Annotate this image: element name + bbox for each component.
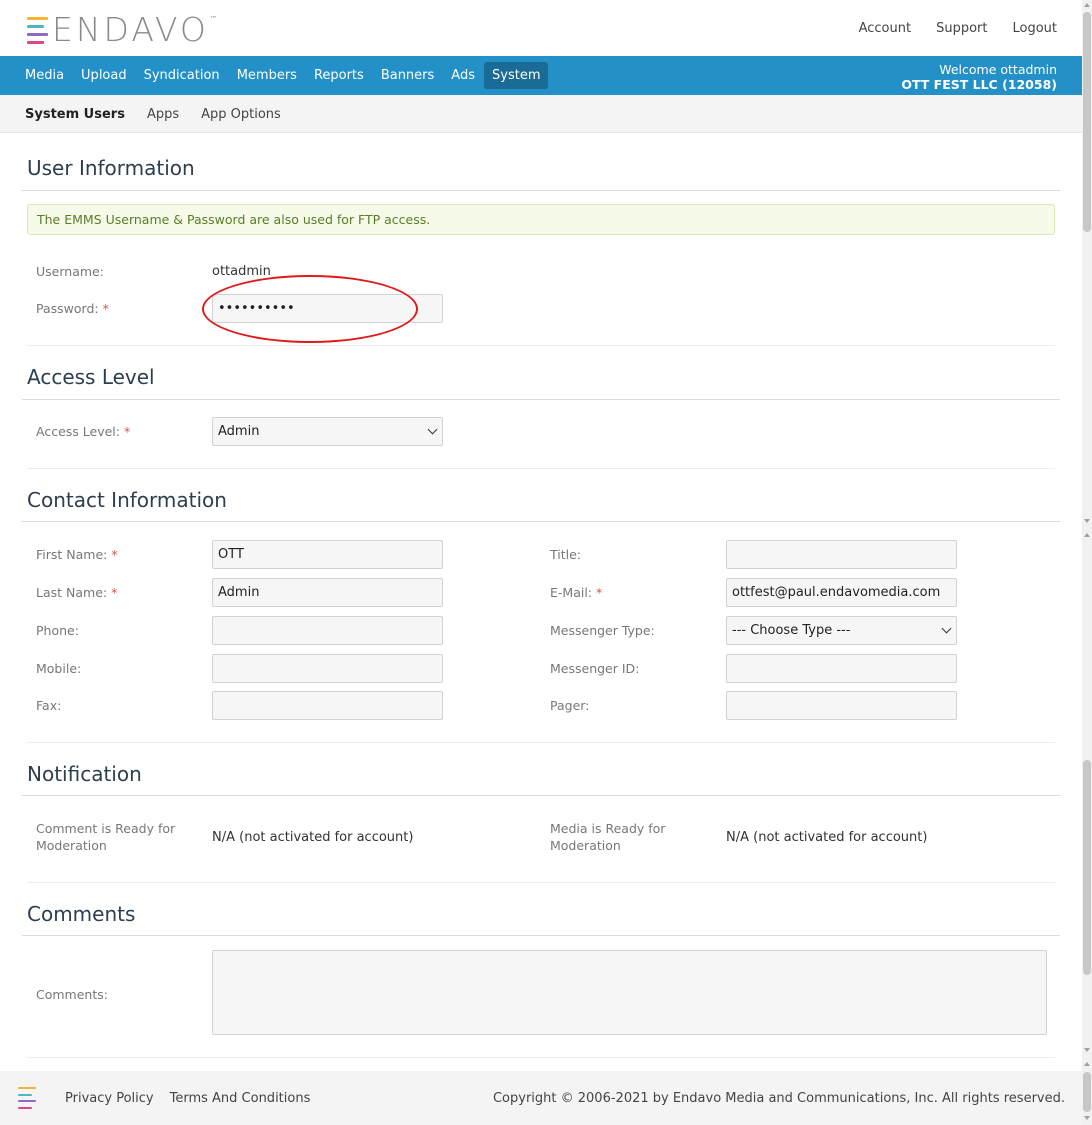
phone-label: Phone: [36, 623, 79, 638]
media-moderation-value: N/A (not activated for account) [726, 830, 928, 845]
pager-label: Pager: [550, 698, 590, 713]
comments-textarea[interactable] [212, 950, 1047, 1035]
nav-members[interactable]: Members [229, 62, 305, 89]
title-label: Title: [550, 547, 581, 562]
scroll-down-arrow-icon[interactable] [1084, 519, 1090, 523]
welcome-box: Welcome ottadmin OTT FEST LLC (12058) [901, 62, 1057, 92]
comments-title: Comments [27, 902, 136, 926]
top-header: ENDAVO ™ Account Support Logout [0, 0, 1082, 56]
support-link[interactable]: Support [936, 21, 987, 36]
divider [22, 935, 1060, 936]
fax-input[interactable] [212, 691, 443, 720]
last-name-input[interactable]: Admin [212, 578, 443, 607]
section-separator [27, 345, 1055, 346]
comments-label: Comments: [36, 987, 108, 1002]
title-input[interactable] [726, 540, 957, 569]
username-value: ottadmin [212, 264, 271, 279]
subnav-app-options[interactable]: App Options [201, 107, 281, 122]
nav-ads[interactable]: Ads [443, 62, 483, 89]
scroll-up-arrow-icon[interactable] [1084, 533, 1090, 537]
company-name: OTT FEST LLC (12058) [901, 77, 1057, 92]
contact-information-title: Contact Information [27, 488, 227, 512]
section-separator [27, 1057, 1055, 1058]
mobile-input[interactable] [212, 654, 443, 683]
username-label: Username: [36, 264, 104, 279]
scroll-up-arrow-icon[interactable] [1084, 3, 1090, 7]
mobile-label: Mobile: [36, 661, 82, 676]
ftp-info-alert: The EMMS Username & Password are also us… [27, 204, 1055, 235]
chevron-down-icon [941, 623, 952, 634]
email-label: E-Mail: * [550, 585, 603, 600]
divider [22, 190, 1060, 191]
access-level-label: Access Level: * [36, 424, 131, 439]
phone-input[interactable] [212, 616, 443, 645]
messenger-id-label: Messenger ID: [550, 661, 640, 676]
scroll-up-arrow-icon[interactable] [1084, 1062, 1090, 1066]
messenger-type-select[interactable]: --- Choose Type --- [726, 616, 957, 645]
user-information-title: User Information [27, 156, 195, 180]
last-name-label: Last Name: * [36, 585, 118, 600]
messenger-type-label: Messenger Type: [550, 623, 655, 638]
fax-label: Fax: [36, 698, 62, 713]
terms-link[interactable]: Terms And Conditions [170, 1091, 311, 1106]
divider [22, 521, 1060, 522]
first-name-label: First Name: * [36, 547, 118, 562]
logo-trademark: ™ [209, 15, 217, 23]
welcome-text: Welcome ottadmin [939, 62, 1057, 77]
pager-input[interactable] [726, 691, 957, 720]
section-separator [27, 468, 1055, 469]
nav-syndication[interactable]: Syndication [136, 62, 228, 89]
media-moderation-label: Media is Ready for Moderation [550, 821, 666, 853]
scrollbar-thumb[interactable] [1083, 760, 1091, 975]
first-name-input[interactable]: OTT [212, 540, 443, 569]
logo-mark-icon [27, 16, 48, 44]
scroll-down-arrow-icon[interactable] [1084, 1048, 1090, 1052]
logo-text: ENDAVO [52, 10, 209, 49]
messenger-id-input[interactable] [726, 654, 957, 683]
section-separator [27, 742, 1055, 743]
access-level-title: Access Level [27, 365, 155, 389]
vertical-scrollbar[interactable] [1082, 0, 1092, 1125]
password-input[interactable]: •••••••••• [212, 294, 443, 323]
nav-upload[interactable]: Upload [73, 62, 135, 89]
nav-banners[interactable]: Banners [373, 62, 442, 89]
scrollbar-thumb[interactable] [1083, 12, 1091, 232]
copyright-text: Copyright © 2006-2021 by Endavo Media an… [492, 1091, 1065, 1106]
messenger-type-selected: --- Choose Type --- [732, 623, 851, 638]
section-separator [27, 882, 1055, 883]
divider [22, 399, 1060, 400]
divider [22, 795, 1060, 796]
subnav-system-users[interactable]: System Users [25, 107, 125, 122]
endavo-logo[interactable]: ENDAVO ™ [27, 10, 217, 49]
sub-nav: System Users Apps App Options [0, 95, 1082, 133]
nav-media[interactable]: Media [17, 62, 72, 89]
scrollbar-thumb[interactable] [1083, 1072, 1091, 1112]
password-label: Password: * [36, 301, 109, 316]
nav-reports[interactable]: Reports [306, 62, 372, 89]
footer-logo-icon [18, 1087, 36, 1109]
privacy-policy-link[interactable]: Privacy Policy [65, 1091, 154, 1106]
access-level-select[interactable]: Admin [212, 417, 443, 446]
nav-system[interactable]: System [484, 62, 549, 89]
top-links: Account Support Logout [859, 21, 1057, 36]
footer: Privacy Policy Terms And Conditions Copy… [0, 1071, 1082, 1125]
comment-moderation-value: N/A (not activated for account) [212, 830, 414, 845]
access-level-selected: Admin [218, 424, 260, 439]
logout-link[interactable]: Logout [1012, 21, 1057, 36]
scroll-down-arrow-icon[interactable] [1084, 1116, 1090, 1120]
account-link[interactable]: Account [859, 21, 912, 36]
main-nav: Media Upload Syndication Members Reports… [0, 56, 1082, 95]
chevron-down-icon [427, 424, 438, 435]
comment-moderation-label: Comment is Ready for Moderation [36, 821, 176, 853]
email-input[interactable]: ottfest@paul.endavomedia.com [726, 578, 957, 607]
notification-title: Notification [27, 762, 142, 786]
subnav-apps[interactable]: Apps [147, 107, 179, 122]
